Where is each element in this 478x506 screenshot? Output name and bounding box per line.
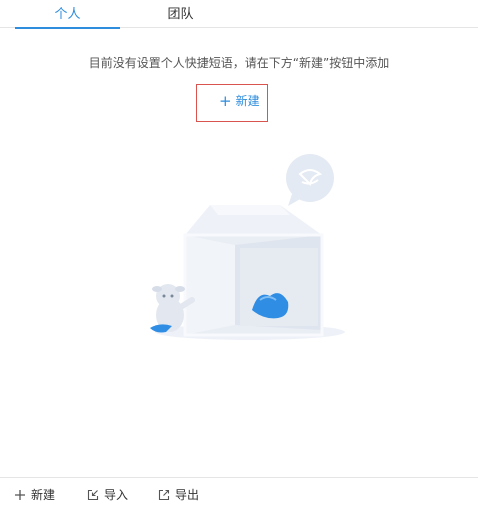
tab-team-label: 团队 bbox=[167, 7, 194, 22]
plus-icon bbox=[14, 489, 26, 501]
empty-box-illustration-svg bbox=[150, 154, 345, 340]
empty-box-illustration bbox=[140, 150, 350, 350]
new-phrase-button-label: 新建 bbox=[235, 94, 260, 108]
bottom-new-label: 新建 bbox=[31, 488, 56, 502]
empty-state-message: 目前没有设置个人快捷短语，请在下方“新建”按钮中添加 bbox=[88, 56, 390, 70]
import-button[interactable]: 导入 bbox=[87, 486, 128, 503]
tab-personal-label: 个人 bbox=[54, 7, 81, 22]
import-icon bbox=[87, 489, 99, 501]
plus-icon: + bbox=[219, 91, 232, 110]
active-tab-indicator bbox=[15, 27, 120, 29]
tab-team[interactable]: 团队 bbox=[128, 0, 233, 28]
speech-bubble-icon bbox=[286, 154, 334, 206]
export-label: 导出 bbox=[175, 488, 200, 502]
bottom-toolbar: 新建 导入 导出 bbox=[0, 477, 478, 506]
tab-personal[interactable]: 个人 bbox=[15, 0, 120, 29]
export-button[interactable]: 导出 bbox=[158, 486, 199, 503]
new-phrase-button[interactable]: + 新建 bbox=[196, 84, 268, 122]
export-icon bbox=[158, 489, 170, 501]
tab-bar: 个人 团队 bbox=[0, 0, 478, 29]
bottom-new-button[interactable]: 新建 bbox=[14, 486, 55, 503]
import-label: 导入 bbox=[104, 488, 129, 502]
